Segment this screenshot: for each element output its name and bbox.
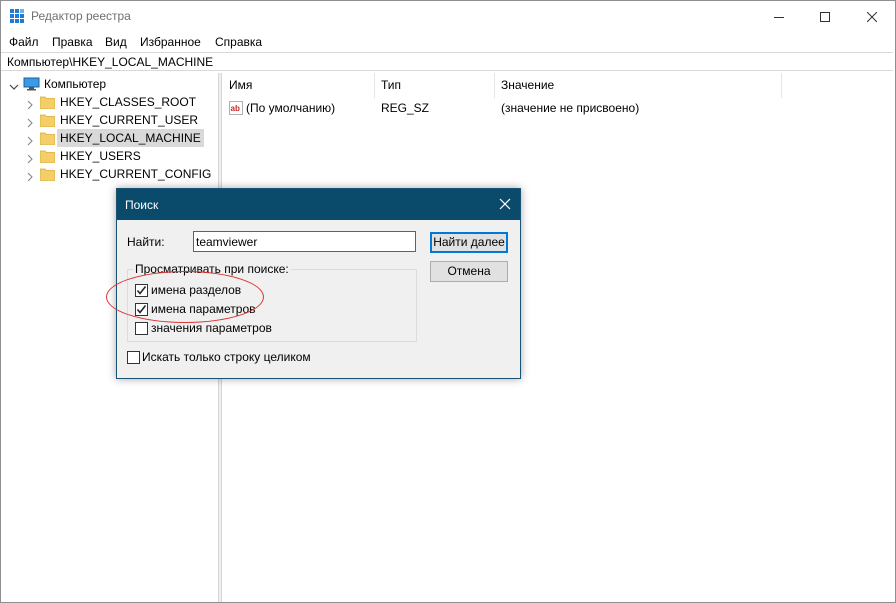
column-header-type[interactable]: Тип bbox=[374, 73, 494, 98]
maximize-button[interactable] bbox=[802, 1, 848, 32]
folder-icon bbox=[39, 168, 56, 182]
find-label: Найти: bbox=[127, 235, 165, 249]
string-value-icon: ab bbox=[229, 101, 243, 115]
tree-item-hkcc[interactable]: HKEY_CURRENT_CONFIG bbox=[1, 165, 216, 183]
whole-string-checkbox[interactable] bbox=[127, 351, 140, 364]
close-button[interactable] bbox=[849, 1, 895, 32]
cancel-button[interactable]: Отмена bbox=[430, 261, 508, 282]
value-data: (значение не присвоено) bbox=[501, 101, 640, 115]
address-bar[interactable]: Компьютер\HKEY_LOCAL_MACHINE bbox=[1, 52, 893, 71]
column-header-name[interactable]: Имя bbox=[222, 73, 374, 98]
tree-item-label: HKEY_CURRENT_USER bbox=[60, 113, 199, 127]
folder-icon bbox=[39, 132, 56, 146]
menu-edit[interactable]: Правка bbox=[52, 35, 93, 49]
chevron-right-icon[interactable] bbox=[25, 151, 35, 164]
chevron-right-icon[interactable] bbox=[25, 133, 35, 146]
find-input[interactable]: teamviewer bbox=[193, 231, 416, 252]
folder-icon bbox=[39, 96, 56, 110]
dialog-title: Поиск bbox=[125, 198, 159, 212]
value-type: REG_SZ bbox=[381, 101, 430, 115]
folder-icon bbox=[39, 114, 56, 128]
menu-favorites[interactable]: Избранное bbox=[140, 35, 201, 49]
value-name: (По умолчанию) bbox=[246, 101, 336, 115]
chevron-right-icon[interactable] bbox=[25, 97, 35, 110]
data-checkbox-label: значения параметров bbox=[151, 321, 272, 335]
regedit-app-icon bbox=[10, 9, 25, 24]
tree-item-label: HKEY_USERS bbox=[60, 149, 141, 163]
find-next-button[interactable]: Найти далее bbox=[430, 232, 508, 253]
whole-string-label: Искать только строку целиком bbox=[142, 350, 311, 364]
tree-item-hkcu[interactable]: HKEY_CURRENT_USER bbox=[1, 111, 216, 129]
folder-icon bbox=[39, 150, 56, 164]
svg-text:ab: ab bbox=[231, 104, 240, 113]
tree-root-label: Компьютер bbox=[44, 77, 107, 91]
chevron-down-icon[interactable] bbox=[9, 79, 19, 90]
column-divider[interactable] bbox=[781, 73, 782, 98]
tree-root-computer[interactable]: Компьютер bbox=[1, 75, 216, 93]
window-title: Редактор реестра bbox=[31, 9, 131, 23]
chevron-right-icon[interactable] bbox=[25, 115, 35, 128]
menu-file[interactable]: Файл bbox=[9, 35, 39, 49]
highlight-ellipse bbox=[106, 271, 264, 323]
tree-item-hku[interactable]: HKEY_USERS bbox=[1, 147, 216, 165]
close-icon[interactable] bbox=[498, 197, 512, 211]
chevron-right-icon[interactable] bbox=[25, 169, 35, 182]
dialog-title-bar: Поиск bbox=[117, 189, 520, 220]
tree-item-hkcr[interactable]: HKEY_CLASSES_ROOT bbox=[1, 93, 216, 111]
menu-view[interactable]: Вид bbox=[105, 35, 127, 49]
computer-icon bbox=[23, 77, 40, 91]
menu-bar: Файл Правка Вид Избранное Справка bbox=[1, 32, 895, 52]
tree-item-label: HKEY_CURRENT_CONFIG bbox=[60, 167, 212, 181]
tree-item-label: HKEY_CLASSES_ROOT bbox=[60, 95, 197, 109]
minimize-button[interactable] bbox=[756, 1, 802, 32]
menu-help[interactable]: Справка bbox=[215, 35, 262, 49]
column-header-value[interactable]: Значение bbox=[494, 73, 781, 98]
tree-item-hklm[interactable]: HKEY_LOCAL_MACHINE bbox=[1, 129, 216, 147]
title-bar: Редактор реестра bbox=[1, 1, 895, 32]
tree-item-label-selected: HKEY_LOCAL_MACHINE bbox=[57, 129, 204, 147]
data-checkbox[interactable] bbox=[135, 322, 148, 335]
